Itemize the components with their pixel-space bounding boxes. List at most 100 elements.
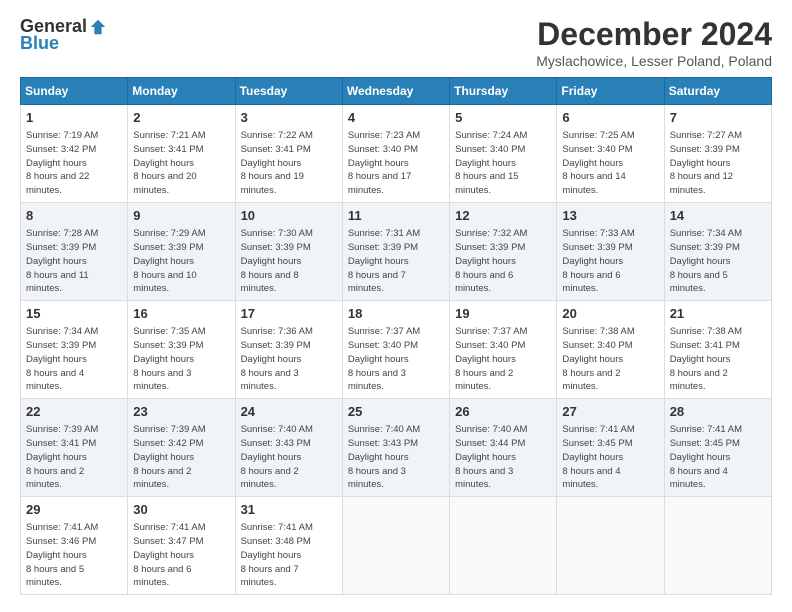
day-number: 9 — [133, 207, 229, 225]
calendar-cell: 19 Sunrise: 7:37 AM Sunset: 3:40 PM Dayl… — [450, 301, 557, 399]
day-info: Sunrise: 7:19 AM Sunset: 3:42 PM Dayligh… — [26, 129, 122, 198]
day-number: 6 — [562, 109, 658, 127]
day-info: Sunrise: 7:38 AM Sunset: 3:41 PM Dayligh… — [670, 325, 766, 394]
calendar-cell — [557, 497, 664, 595]
day-info: Sunrise: 7:29 AM Sunset: 3:39 PM Dayligh… — [133, 227, 229, 296]
day-info: Sunrise: 7:28 AM Sunset: 3:39 PM Dayligh… — [26, 227, 122, 296]
day-info: Sunrise: 7:41 AM Sunset: 3:48 PM Dayligh… — [241, 521, 337, 590]
day-of-week-header-wednesday: Wednesday — [342, 78, 449, 105]
day-number: 12 — [455, 207, 551, 225]
calendar-cell: 29 Sunrise: 7:41 AM Sunset: 3:46 PM Dayl… — [21, 497, 128, 595]
day-number: 30 — [133, 501, 229, 519]
day-info: Sunrise: 7:41 AM Sunset: 3:46 PM Dayligh… — [26, 521, 122, 590]
day-info: Sunrise: 7:22 AM Sunset: 3:41 PM Dayligh… — [241, 129, 337, 198]
day-info: Sunrise: 7:33 AM Sunset: 3:39 PM Dayligh… — [562, 227, 658, 296]
calendar-cell: 21 Sunrise: 7:38 AM Sunset: 3:41 PM Dayl… — [664, 301, 771, 399]
calendar-cell: 22 Sunrise: 7:39 AM Sunset: 3:41 PM Dayl… — [21, 399, 128, 497]
day-info: Sunrise: 7:37 AM Sunset: 3:40 PM Dayligh… — [455, 325, 551, 394]
day-info: Sunrise: 7:36 AM Sunset: 3:39 PM Dayligh… — [241, 325, 337, 394]
day-of-week-header-thursday: Thursday — [450, 78, 557, 105]
calendar-week-row: 29 Sunrise: 7:41 AM Sunset: 3:46 PM Dayl… — [21, 497, 772, 595]
calendar-cell: 2 Sunrise: 7:21 AM Sunset: 3:41 PM Dayli… — [128, 105, 235, 203]
day-info: Sunrise: 7:30 AM Sunset: 3:39 PM Dayligh… — [241, 227, 337, 296]
calendar-cell: 15 Sunrise: 7:34 AM Sunset: 3:39 PM Dayl… — [21, 301, 128, 399]
day-number: 10 — [241, 207, 337, 225]
calendar-header-row: SundayMondayTuesdayWednesdayThursdayFrid… — [21, 78, 772, 105]
calendar-cell: 31 Sunrise: 7:41 AM Sunset: 3:48 PM Dayl… — [235, 497, 342, 595]
day-info: Sunrise: 7:24 AM Sunset: 3:40 PM Dayligh… — [455, 129, 551, 198]
day-number: 4 — [348, 109, 444, 127]
day-info: Sunrise: 7:40 AM Sunset: 3:43 PM Dayligh… — [348, 423, 444, 492]
day-info: Sunrise: 7:41 AM Sunset: 3:45 PM Dayligh… — [562, 423, 658, 492]
title-section: December 2024 Myslachowice, Lesser Polan… — [536, 16, 772, 69]
day-info: Sunrise: 7:40 AM Sunset: 3:44 PM Dayligh… — [455, 423, 551, 492]
day-info: Sunrise: 7:39 AM Sunset: 3:41 PM Dayligh… — [26, 423, 122, 492]
calendar-week-row: 22 Sunrise: 7:39 AM Sunset: 3:41 PM Dayl… — [21, 399, 772, 497]
calendar-cell: 28 Sunrise: 7:41 AM Sunset: 3:45 PM Dayl… — [664, 399, 771, 497]
day-info: Sunrise: 7:41 AM Sunset: 3:47 PM Dayligh… — [133, 521, 229, 590]
day-number: 18 — [348, 305, 444, 323]
day-number: 25 — [348, 403, 444, 421]
day-number: 11 — [348, 207, 444, 225]
location-subtitle: Myslachowice, Lesser Poland, Poland — [536, 53, 772, 69]
calendar-table: SundayMondayTuesdayWednesdayThursdayFrid… — [20, 77, 772, 595]
day-of-week-header-saturday: Saturday — [664, 78, 771, 105]
calendar-cell: 1 Sunrise: 7:19 AM Sunset: 3:42 PM Dayli… — [21, 105, 128, 203]
calendar-cell: 26 Sunrise: 7:40 AM Sunset: 3:44 PM Dayl… — [450, 399, 557, 497]
calendar-cell: 17 Sunrise: 7:36 AM Sunset: 3:39 PM Dayl… — [235, 301, 342, 399]
day-number: 3 — [241, 109, 337, 127]
day-number: 17 — [241, 305, 337, 323]
day-of-week-header-monday: Monday — [128, 78, 235, 105]
calendar-cell: 6 Sunrise: 7:25 AM Sunset: 3:40 PM Dayli… — [557, 105, 664, 203]
calendar-cell: 11 Sunrise: 7:31 AM Sunset: 3:39 PM Dayl… — [342, 203, 449, 301]
day-info: Sunrise: 7:21 AM Sunset: 3:41 PM Dayligh… — [133, 129, 229, 198]
calendar-cell: 14 Sunrise: 7:34 AM Sunset: 3:39 PM Dayl… — [664, 203, 771, 301]
calendar-cell: 24 Sunrise: 7:40 AM Sunset: 3:43 PM Dayl… — [235, 399, 342, 497]
day-number: 13 — [562, 207, 658, 225]
day-info: Sunrise: 7:35 AM Sunset: 3:39 PM Dayligh… — [133, 325, 229, 394]
day-of-week-header-friday: Friday — [557, 78, 664, 105]
day-number: 19 — [455, 305, 551, 323]
day-number: 22 — [26, 403, 122, 421]
day-number: 29 — [26, 501, 122, 519]
day-of-week-header-tuesday: Tuesday — [235, 78, 342, 105]
calendar-week-row: 15 Sunrise: 7:34 AM Sunset: 3:39 PM Dayl… — [21, 301, 772, 399]
calendar-cell: 10 Sunrise: 7:30 AM Sunset: 3:39 PM Dayl… — [235, 203, 342, 301]
day-info: Sunrise: 7:25 AM Sunset: 3:40 PM Dayligh… — [562, 129, 658, 198]
day-number: 8 — [26, 207, 122, 225]
day-number: 31 — [241, 501, 337, 519]
calendar-cell: 13 Sunrise: 7:33 AM Sunset: 3:39 PM Dayl… — [557, 203, 664, 301]
day-info: Sunrise: 7:34 AM Sunset: 3:39 PM Dayligh… — [26, 325, 122, 394]
page-header: General Blue December 2024 Myslachowice,… — [20, 16, 772, 69]
month-title: December 2024 — [536, 16, 772, 53]
day-number: 14 — [670, 207, 766, 225]
day-info: Sunrise: 7:23 AM Sunset: 3:40 PM Dayligh… — [348, 129, 444, 198]
day-number: 5 — [455, 109, 551, 127]
calendar-cell: 8 Sunrise: 7:28 AM Sunset: 3:39 PM Dayli… — [21, 203, 128, 301]
day-number: 15 — [26, 305, 122, 323]
day-info: Sunrise: 7:31 AM Sunset: 3:39 PM Dayligh… — [348, 227, 444, 296]
day-number: 2 — [133, 109, 229, 127]
day-number: 7 — [670, 109, 766, 127]
day-info: Sunrise: 7:41 AM Sunset: 3:45 PM Dayligh… — [670, 423, 766, 492]
calendar-week-row: 8 Sunrise: 7:28 AM Sunset: 3:39 PM Dayli… — [21, 203, 772, 301]
day-info: Sunrise: 7:38 AM Sunset: 3:40 PM Dayligh… — [562, 325, 658, 394]
day-number: 23 — [133, 403, 229, 421]
calendar-cell: 23 Sunrise: 7:39 AM Sunset: 3:42 PM Dayl… — [128, 399, 235, 497]
calendar-cell — [664, 497, 771, 595]
day-number: 1 — [26, 109, 122, 127]
calendar-cell: 3 Sunrise: 7:22 AM Sunset: 3:41 PM Dayli… — [235, 105, 342, 203]
calendar-cell: 20 Sunrise: 7:38 AM Sunset: 3:40 PM Dayl… — [557, 301, 664, 399]
calendar-cell — [450, 497, 557, 595]
day-info: Sunrise: 7:27 AM Sunset: 3:39 PM Dayligh… — [670, 129, 766, 198]
day-number: 26 — [455, 403, 551, 421]
day-number: 16 — [133, 305, 229, 323]
calendar-cell: 27 Sunrise: 7:41 AM Sunset: 3:45 PM Dayl… — [557, 399, 664, 497]
logo-icon — [89, 18, 107, 36]
day-number: 24 — [241, 403, 337, 421]
calendar-cell: 12 Sunrise: 7:32 AM Sunset: 3:39 PM Dayl… — [450, 203, 557, 301]
day-number: 27 — [562, 403, 658, 421]
day-info: Sunrise: 7:34 AM Sunset: 3:39 PM Dayligh… — [670, 227, 766, 296]
calendar-cell: 25 Sunrise: 7:40 AM Sunset: 3:43 PM Dayl… — [342, 399, 449, 497]
calendar-week-row: 1 Sunrise: 7:19 AM Sunset: 3:42 PM Dayli… — [21, 105, 772, 203]
